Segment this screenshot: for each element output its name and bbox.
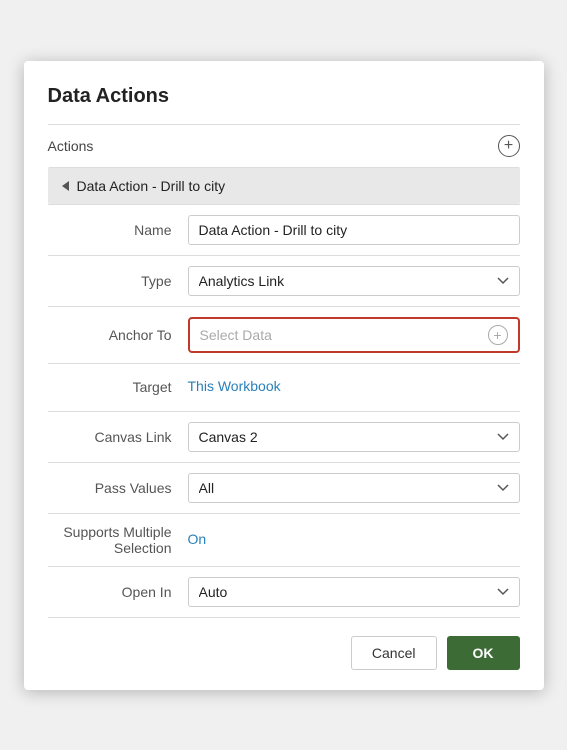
pass-values-label: Pass Values [48,480,188,496]
open-in-label: Open In [48,584,188,600]
supports-multiple-label: Supports Multiple Selection [48,524,188,556]
anchor-to-row: Anchor To Select Data + [48,307,520,364]
type-row: Type Analytics Link URL Link Filter [48,256,520,307]
anchor-to-value-container: Select Data + [188,317,520,353]
add-action-button[interactable]: + [498,135,520,157]
action-item[interactable]: Data Action - Drill to city [48,167,520,204]
open-in-value-container: Auto New Tab Current Tab [188,577,520,607]
dialog-title: Data Actions [48,85,520,108]
type-label: Type [48,273,188,289]
supports-multiple-toggle[interactable]: On [188,531,207,547]
form-fields: Name Type Analytics Link URL Link Filter… [48,204,520,618]
ok-button[interactable]: OK [447,636,520,670]
type-select[interactable]: Analytics Link URL Link Filter [188,266,520,296]
target-label: Target [48,379,188,395]
open-in-select[interactable]: Auto New Tab Current Tab [188,577,520,607]
action-item-label: Data Action - Drill to city [77,178,226,194]
type-value-container: Analytics Link URL Link Filter [188,266,520,296]
canvas-link-row: Canvas Link Canvas 1 Canvas 2 Canvas 3 [48,412,520,463]
data-actions-dialog: Data Actions Actions + Data Action - Dri… [24,61,544,690]
supports-multiple-value-container: On [188,531,520,549]
cancel-button[interactable]: Cancel [351,636,437,670]
canvas-link-select[interactable]: Canvas 1 Canvas 2 Canvas 3 [188,422,520,452]
open-in-row: Open In Auto New Tab Current Tab [48,567,520,618]
canvas-link-label: Canvas Link [48,429,188,445]
pass-values-value-container: All None Selected [188,473,520,503]
target-value-container: This Workbook [188,378,520,396]
supports-multiple-row: Supports Multiple Selection On [48,514,520,567]
canvas-link-value-container: Canvas 1 Canvas 2 Canvas 3 [188,422,520,452]
actions-section-header: Actions + [48,124,520,167]
anchor-to-label: Anchor To [48,327,188,343]
dialog-footer: Cancel OK [48,618,520,670]
expand-icon [62,181,69,191]
actions-section-label: Actions [48,138,94,154]
name-label: Name [48,222,188,238]
pass-values-row: Pass Values All None Selected [48,463,520,514]
anchor-placeholder: Select Data [200,327,272,343]
anchor-add-icon[interactable]: + [488,325,508,345]
name-value-container [188,215,520,245]
target-link[interactable]: This Workbook [188,378,281,394]
pass-values-select[interactable]: All None Selected [188,473,520,503]
name-row: Name [48,205,520,256]
name-input[interactable] [188,215,520,245]
anchor-to-box[interactable]: Select Data + [188,317,520,353]
target-row: Target This Workbook [48,364,520,412]
